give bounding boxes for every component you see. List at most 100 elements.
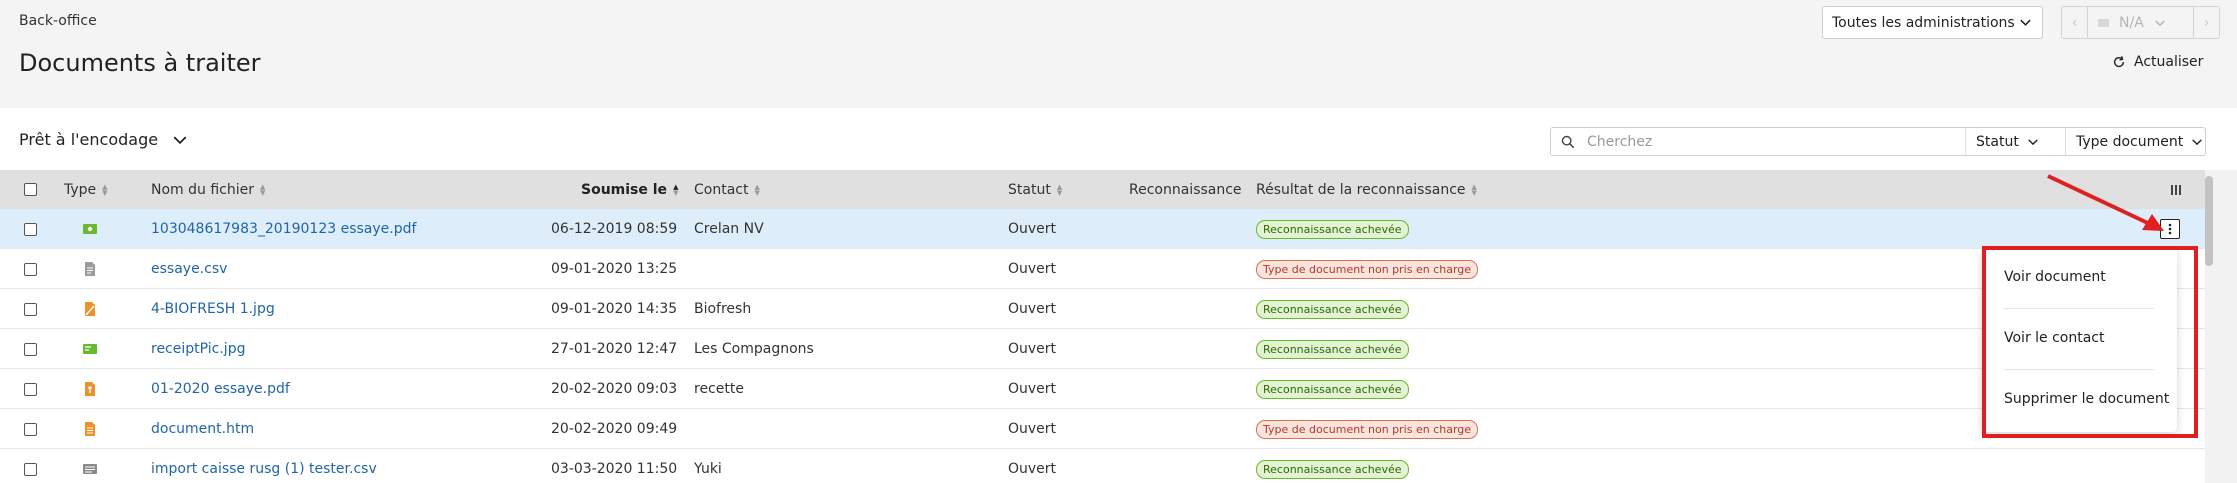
row-checkbox-cell <box>24 369 37 409</box>
status-cell: Ouvert <box>1008 301 1057 317</box>
filter-statut-select[interactable]: Statut <box>1965 128 2065 155</box>
contact-cell: Les Compagnons <box>694 341 814 357</box>
column-header-filename[interactable]: Nom du fichier ▲ ▼ <box>151 170 265 209</box>
table-row[interactable]: receiptPic.jpg 27-01-2020 12:47 Les Compag… <box>0 329 2205 369</box>
refresh-button[interactable]: Actualiser <box>2112 54 2203 70</box>
recognition-result-cell: Type de document non pris en charge <box>1256 409 1479 449</box>
administration-select-value: Toutes les administrations <box>1832 14 2015 31</box>
column-header-contact[interactable]: Contact ▲ ▼ <box>694 170 760 209</box>
sort-icon: ▲ ▼ <box>259 182 266 197</box>
recognition-result-cell: Reconnaissance achevée <box>1256 369 1409 409</box>
row-checkbox-cell <box>24 449 37 483</box>
table-row[interactable]: 01-2020 essaye.pdf 20-02-2020 09:03 recett… <box>0 369 2205 409</box>
table-row[interactable]: 4-BIOFRESH 1.jpg 09-01-2020 14:35 Biofresh… <box>0 289 2205 329</box>
pager-prev-button[interactable]: ‹ <box>2062 7 2088 38</box>
flag-icon <box>2098 18 2109 27</box>
status-cell: Ouvert <box>1008 341 1057 357</box>
type-cell <box>82 289 98 329</box>
row-checkbox[interactable] <box>24 342 37 356</box>
chevron-down-icon[interactable] <box>2154 17 2166 29</box>
column-label: Soumise le <box>581 181 668 198</box>
filter-statut-label: Statut <box>1976 133 2019 150</box>
view-selector[interactable]: Prêt à l'encodage <box>19 130 188 149</box>
refresh-label: Actualiser <box>2134 54 2204 70</box>
submitted-date: 27-01-2020 12:47 <box>551 341 678 357</box>
filename-link[interactable]: 4-BIOFRESH 1.jpg <box>151 289 275 329</box>
filename-link[interactable]: 103048617983_20190123 essaye.pdf <box>151 209 416 249</box>
edit-file-icon <box>85 302 95 316</box>
type-cell <box>82 249 98 289</box>
money-icon <box>83 224 97 234</box>
receipt-icon <box>83 344 97 354</box>
status-cell: Ouvert <box>1008 461 1057 477</box>
table-row[interactable]: 103048617983_20190123 essaye.pdf 06-12-20… <box>0 209 2205 249</box>
row-checkbox-cell <box>24 409 37 449</box>
type-cell <box>82 329 98 369</box>
search-input[interactable] <box>1587 128 1877 155</box>
sort-icon: ▲ ▼ <box>1471 182 1477 197</box>
filename-link[interactable]: import caisse rusg (1) tester.csv <box>151 449 377 483</box>
filename-link[interactable]: document.htm <box>151 409 254 449</box>
administration-select[interactable]: Toutes les administrations <box>1822 6 2043 39</box>
select-all-checkbox[interactable] <box>24 170 37 209</box>
row-checkbox[interactable] <box>24 462 37 476</box>
row-checkbox[interactable] <box>24 222 37 236</box>
status-badge: Type de document non pris en charge <box>1256 259 1479 279</box>
row-checkbox[interactable] <box>24 302 37 316</box>
table-header: Type ▲ ▼ Nom du fichier ▲ ▼ Soumise le ▲ ▼ … <box>0 170 2205 209</box>
status-badge: Reconnaissance achevée <box>1256 459 1409 479</box>
row-checkbox[interactable] <box>24 382 37 396</box>
breadcrumb[interactable]: Back-office <box>19 13 97 29</box>
recognition-result-cell: Reconnaissance achevée <box>1256 289 1409 329</box>
filename-link[interactable]: receiptPic.jpg <box>151 329 245 369</box>
chevron-down-icon <box>2192 138 2203 145</box>
contact-cell: recette <box>694 381 744 397</box>
column-header-result[interactable]: Résultat de la reconnaissance ▲ ▼ <box>1256 170 1477 209</box>
document-icon <box>85 422 95 436</box>
filename-link[interactable]: 01-2020 essaye.pdf <box>151 369 290 409</box>
page-title: Documents à traiter <box>19 49 261 77</box>
row-checkbox[interactable] <box>24 422 37 436</box>
row-checkbox-cell <box>24 209 37 249</box>
submitted-date: 06-12-2019 08:59 <box>551 221 678 237</box>
pager-next-button[interactable]: › <box>2193 7 2219 38</box>
status-cell: Ouvert <box>1008 261 1057 277</box>
search-icon <box>1561 135 1575 149</box>
column-label: Nom du fichier <box>151 181 254 198</box>
filename-link[interactable]: essaye.csv <box>151 249 227 289</box>
column-header-status[interactable]: Statut ▲ ▼ <box>1008 170 1062 209</box>
search-bar: Statut Type document <box>1550 127 2206 156</box>
table-row[interactable]: essaye.csv 09-01-2020 13:25 Ouvert Type de … <box>0 249 2205 289</box>
status-cell: Ouvert <box>1008 421 1057 437</box>
filter-type-label: Type document <box>2076 133 2184 150</box>
table-row[interactable]: document.htm 20-02-2020 09:49 Ouvert Type d… <box>0 409 2205 449</box>
status-badge: Reconnaissance achevée <box>1256 379 1409 399</box>
recognition-result-cell: Type de document non pris en charge <box>1256 249 1479 289</box>
type-cell <box>82 369 98 409</box>
sort-icon: ▲ ▼ <box>754 182 760 197</box>
status-badge: Reconnaissance achevée <box>1256 299 1409 319</box>
recognition-result-cell: Reconnaissance achevée <box>1256 209 1409 249</box>
status-badge: Reconnaissance achevée <box>1256 339 1409 359</box>
column-label: Contact <box>694 181 749 198</box>
column-label: Type <box>64 181 97 198</box>
table-row[interactable]: import caisse rusg (1) tester.csv 03-03-2… <box>0 449 2205 483</box>
column-header-recognition[interactable]: Reconnaissance <box>1129 170 1242 209</box>
row-checkbox-cell <box>24 329 37 369</box>
file-icon <box>85 262 95 276</box>
chevron-down-icon <box>173 135 187 144</box>
row-checkbox[interactable] <box>24 262 37 276</box>
recognition-result-cell: Reconnaissance achevée <box>1256 329 1409 369</box>
filter-type-select[interactable]: Type document <box>2065 128 2205 155</box>
submitted-date: 20-02-2020 09:03 <box>551 381 678 397</box>
column-header-submitted[interactable]: Soumise le ▲ ▼ <box>581 170 678 209</box>
scrollbar-thumb[interactable] <box>2205 176 2213 266</box>
record-pager: ‹ N/A › <box>2061 6 2220 39</box>
submitted-date: 09-01-2020 13:25 <box>551 261 678 277</box>
sort-icon: ▲ ▼ <box>102 182 108 197</box>
contact-cell: Crelan NV <box>694 221 764 237</box>
submitted-date: 03-03-2020 11:50 <box>551 461 678 477</box>
checkbox[interactable] <box>24 183 37 196</box>
column-header-type[interactable]: Type ▲ ▼ <box>64 170 108 209</box>
view-title: Prêt à l'encodage <box>19 130 159 149</box>
